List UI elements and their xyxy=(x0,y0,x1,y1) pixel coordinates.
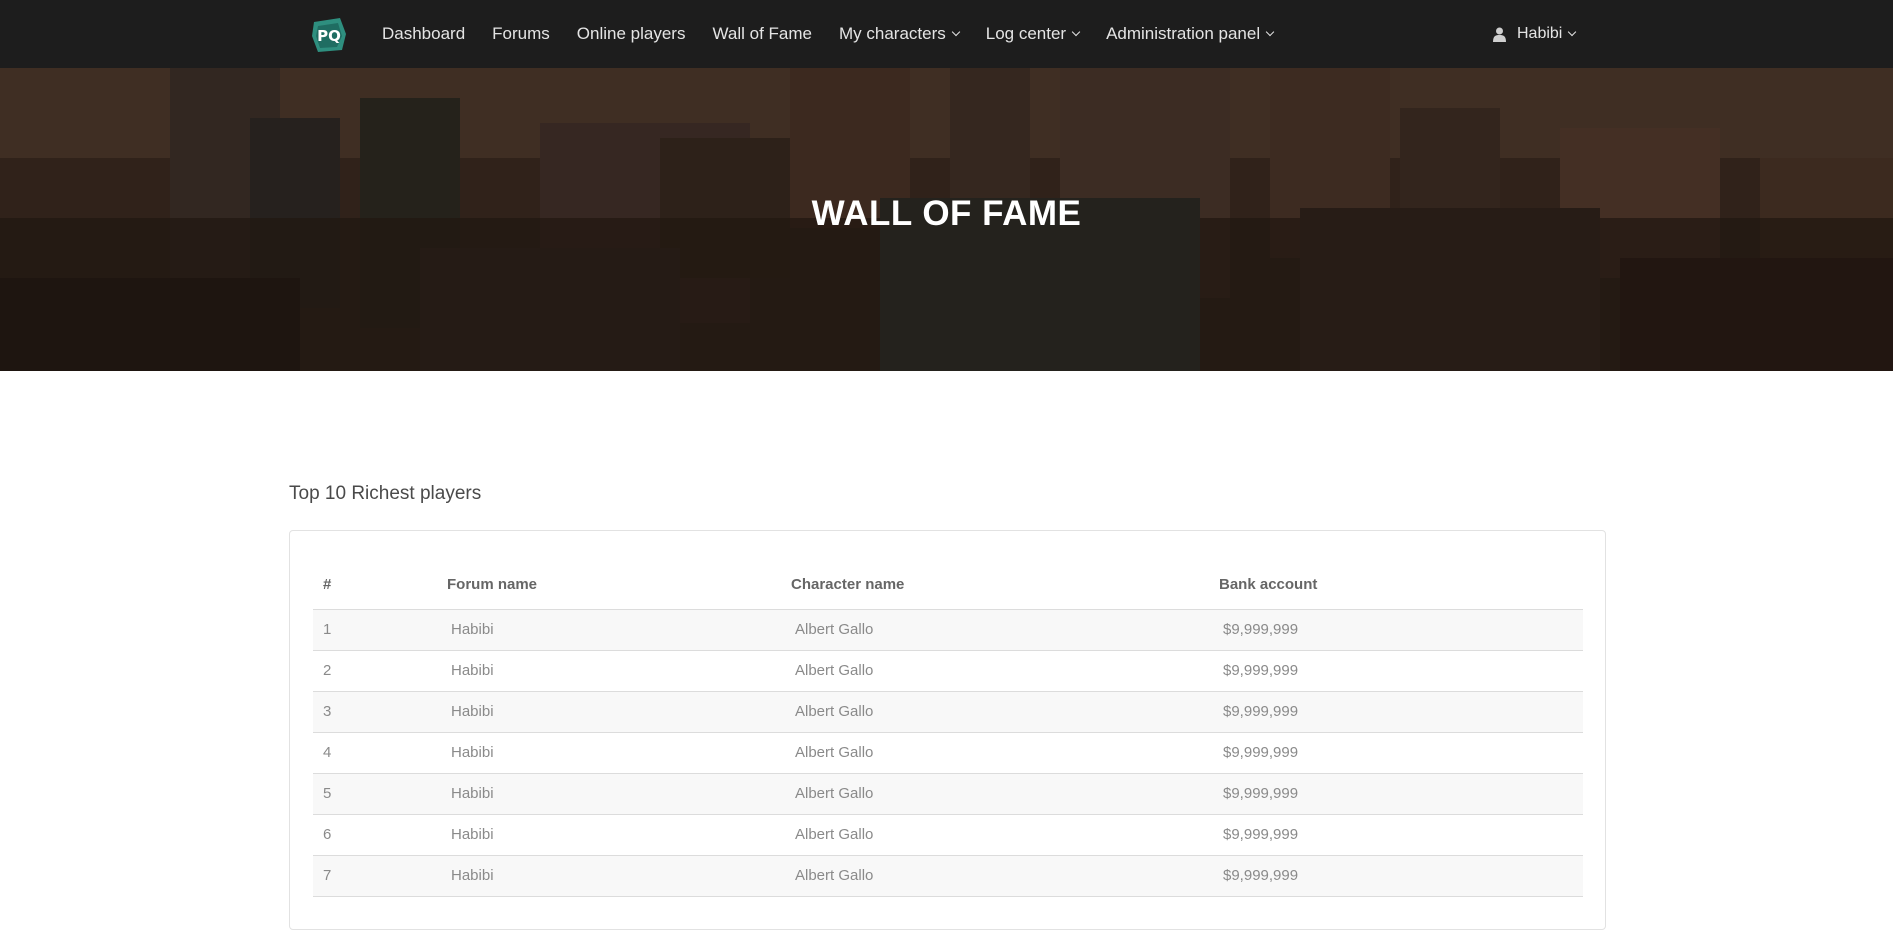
table-row: 2 Habibi Albert Gallo $9,999,999 xyxy=(313,650,1583,692)
forum-name-cell: Habibi xyxy=(437,691,781,733)
nav-item-forums[interactable]: Forums xyxy=(492,24,550,44)
rank-cell: 3 xyxy=(313,691,437,733)
site-logo-icon[interactable]: PQ xyxy=(310,16,348,54)
rank-cell: 6 xyxy=(313,814,437,856)
chevron-down-icon xyxy=(1568,27,1577,37)
nav-item-label: Dashboard xyxy=(382,24,466,43)
main-nav: Dashboard Forums Online players Wall of … xyxy=(382,0,1300,68)
chevron-down-icon xyxy=(1265,27,1275,37)
nav-item-label: Online players xyxy=(576,24,686,43)
nav-item-my-characters[interactable]: My characters xyxy=(838,24,960,44)
character-name-cell: Albert Gallo xyxy=(781,814,1209,856)
column-header-character-name: Character name xyxy=(781,561,1209,610)
nav-item-log-center[interactable]: Log center xyxy=(985,24,1081,44)
hero-banner: WALL OF FAME xyxy=(0,68,1893,371)
character-name-cell: Albert Gallo xyxy=(781,732,1209,774)
bank-account-cell: $9,999,999 xyxy=(1209,773,1583,815)
user-icon xyxy=(1493,27,1506,42)
nav-item-label: Forums xyxy=(492,24,550,43)
rank-cell: 5 xyxy=(313,773,437,815)
nav-item-wall-of-fame[interactable]: Wall of Fame xyxy=(712,24,812,44)
table-row: 1 Habibi Albert Gallo $9,999,999 xyxy=(313,609,1583,651)
table-body: 1 Habibi Albert Gallo $9,999,999 2 Habibi Albe… xyxy=(313,609,1583,897)
top-navbar: PQ Dashboard Forums Online players Wall … xyxy=(0,0,1893,68)
forum-name-cell: Habibi xyxy=(437,732,781,774)
forum-name-cell: Habibi xyxy=(437,814,781,856)
bank-account-cell: $9,999,999 xyxy=(1209,855,1583,897)
bank-account-cell: $9,999,999 xyxy=(1209,609,1583,651)
bank-account-cell: $9,999,999 xyxy=(1209,814,1583,856)
nav-item-online-players[interactable]: Online players xyxy=(577,24,686,44)
section-title: Top 10 Richest players xyxy=(289,483,482,504)
nav-item-label: Log center xyxy=(985,24,1067,43)
table-row: 5 Habibi Albert Gallo $9,999,999 xyxy=(313,773,1583,815)
character-name-cell: Albert Gallo xyxy=(781,855,1209,897)
bank-account-cell: $9,999,999 xyxy=(1209,650,1583,692)
chevron-down-icon xyxy=(1071,27,1081,37)
forum-name-cell: Habibi xyxy=(437,650,781,692)
user-name: Habibi xyxy=(1517,25,1563,42)
svg-text:PQ: PQ xyxy=(317,27,341,45)
table-row: 7 Habibi Albert Gallo $9,999,999 xyxy=(313,855,1583,897)
character-name-cell: Albert Gallo xyxy=(781,773,1209,815)
richest-players-table: # Forum name Character name Bank account… xyxy=(313,561,1583,897)
bank-account-cell: $9,999,999 xyxy=(1209,691,1583,733)
column-header-rank: # xyxy=(313,561,437,610)
forum-name-cell: Habibi xyxy=(437,609,781,651)
character-name-cell: Albert Gallo xyxy=(781,691,1209,733)
character-name-cell: Albert Gallo xyxy=(781,650,1209,692)
rank-cell: 2 xyxy=(313,650,437,692)
nav-item-dashboard[interactable]: Dashboard xyxy=(382,24,465,44)
nav-item-label: Wall of Fame xyxy=(712,24,812,43)
chevron-down-icon xyxy=(951,27,960,37)
rank-cell: 7 xyxy=(313,855,437,897)
column-header-bank-account: Bank account xyxy=(1209,561,1583,610)
bank-account-cell: $9,999,999 xyxy=(1209,732,1583,774)
forum-name-cell: Habibi xyxy=(437,773,781,815)
character-name-cell: Albert Gallo xyxy=(781,609,1209,651)
rank-cell: 4 xyxy=(313,732,437,774)
table-row: 6 Habibi Albert Gallo $9,999,999 xyxy=(313,814,1583,856)
user-menu[interactable]: Habibi xyxy=(1493,0,1577,68)
nav-item-administration-panel[interactable]: Administration panel xyxy=(1106,24,1275,44)
table-row: 3 Habibi Albert Gallo $9,999,999 xyxy=(313,691,1583,733)
page-title: WALL OF FAME xyxy=(811,194,1082,233)
nav-item-label: My characters xyxy=(838,24,946,43)
table-header-row: # Forum name Character name Bank account xyxy=(313,561,1583,610)
rank-cell: 1 xyxy=(313,609,437,651)
forum-name-cell: Habibi xyxy=(437,855,781,897)
nav-item-label: Administration panel xyxy=(1106,24,1261,43)
table-row: 4 Habibi Albert Gallo $9,999,999 xyxy=(313,732,1583,774)
column-header-forum-name: Forum name xyxy=(437,561,781,610)
leaderboard-card: # Forum name Character name Bank account… xyxy=(289,530,1606,930)
